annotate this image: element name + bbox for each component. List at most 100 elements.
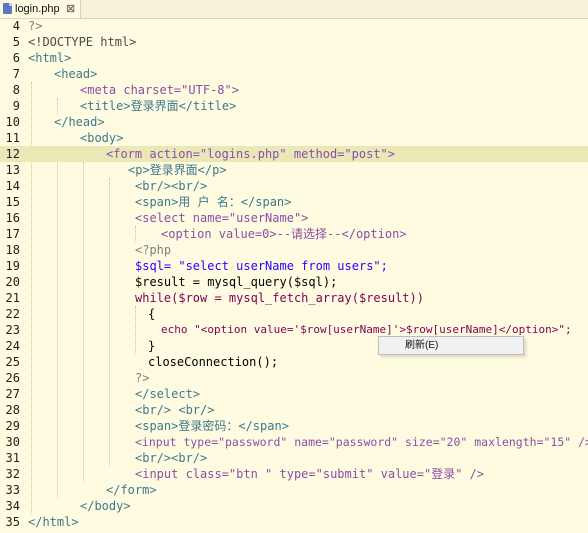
line-number: 18	[5, 243, 20, 257]
code-text: <html>	[28, 51, 72, 65]
code-text: $result = mysql_query($sql);	[135, 275, 338, 289]
code-text: <option value=0>--请选择--</option>	[161, 227, 407, 241]
code-text: <br/><br/>	[135, 451, 208, 465]
code-line: 6 <html>	[0, 50, 588, 66]
line-number: 14	[5, 179, 20, 193]
code-text: <body>	[80, 131, 124, 145]
code-text: $sql= "select userName from users";	[135, 259, 388, 273]
code-line: 14 <br/><br/>	[0, 178, 588, 194]
code-line: 21 while($row = mysql_fetch_array($result…	[0, 290, 588, 306]
code-text: <input class="btn " type="submit" value=…	[135, 467, 485, 481]
line-number: 30	[5, 435, 20, 449]
line-number: 32	[5, 467, 20, 481]
code-text: <p>登录界面</p>	[128, 163, 227, 177]
code-text: <title>登录界面</title>	[80, 99, 237, 113]
line-number: 9	[12, 99, 20, 113]
code-line: 7 <head>	[0, 66, 588, 82]
line-number: 23	[5, 323, 20, 337]
code-text: <form action="logins.php" method="post">	[106, 147, 395, 161]
code-line: 5 <!DOCTYPE html>	[0, 34, 588, 50]
editor-tab-bar: login.php ⊠	[0, 0, 588, 19]
line-number: 27	[5, 387, 20, 401]
line-number: 17	[5, 227, 20, 241]
code-text: <span>用 户 名：</span>	[135, 195, 292, 209]
code-line: 13 <p>登录界面</p>	[0, 162, 588, 178]
line-number: 20	[5, 275, 20, 289]
code-line: 4 ?>	[0, 18, 588, 34]
line-number: 19	[5, 259, 20, 273]
line-number: 21	[5, 291, 20, 305]
line-number: 8	[12, 83, 20, 97]
code-line: 8 <meta charset="UTF-8">	[0, 82, 588, 98]
code-text: </body>	[80, 499, 131, 513]
code-text: {	[148, 307, 156, 321]
code-line: 32 <input class="btn " type="submit" valu…	[0, 466, 588, 482]
line-number: 13	[5, 163, 20, 177]
line-number: 29	[5, 419, 20, 433]
code-line: 35 </html>	[0, 514, 588, 530]
line-number: 26	[5, 371, 20, 385]
line-number: 6	[12, 51, 20, 65]
code-text: closeConnection();	[148, 355, 279, 369]
code-text: <input type="password" name="password" s…	[135, 435, 588, 449]
code-line: 11 <body>	[0, 130, 588, 146]
line-number: 15	[5, 195, 20, 209]
line-number: 35	[5, 515, 20, 529]
code-text: <?php	[135, 243, 172, 257]
code-text: </select>	[135, 387, 201, 401]
code-line: 10 </head>	[0, 114, 588, 130]
line-number: 10	[5, 115, 20, 129]
line-number: 12	[5, 147, 20, 161]
code-text: <br/><br/>	[135, 179, 208, 193]
file-tab[interactable]: login.php ⊠	[0, 0, 81, 18]
code-line: 16 <select name="userName">	[0, 210, 588, 226]
code-line: 18 <?php	[0, 242, 588, 258]
code-text: while($row = mysql_fetch_array($result))	[135, 291, 424, 305]
code-line: 15 <span>用 户 名：</span>	[0, 194, 588, 210]
code-text: <select name="userName">	[135, 211, 309, 225]
line-number: 22	[5, 307, 20, 321]
code-editor[interactable]: 4 ?> 5 <!DOCTYPE html> 6 <html> 7 <head> 8 <m…	[0, 18, 588, 533]
code-text: <!DOCTYPE html>	[28, 35, 137, 49]
code-line: 34 </body>	[0, 498, 588, 514]
close-tab-icon[interactable]: ⊠	[66, 0, 75, 18]
code-line-current: 12 <form action="logins.php" method="post…	[0, 146, 588, 162]
line-number: 5	[12, 35, 20, 49]
code-text: <head>	[54, 67, 98, 81]
code-text: </form>	[106, 483, 157, 497]
line-number: 28	[5, 403, 20, 417]
code-line: 25 closeConnection();	[0, 354, 588, 370]
code-line: 31 <br/><br/>	[0, 450, 588, 466]
php-file-icon	[3, 3, 12, 14]
code-line: 20 $result = mysql_query($sql);	[0, 274, 588, 290]
line-number: 31	[5, 451, 20, 465]
code-line: 9 <title>登录界面</title>	[0, 98, 588, 114]
code-text: <br/> <br/>	[135, 403, 215, 417]
code-text: </html>	[28, 515, 79, 529]
line-number: 4	[12, 19, 20, 33]
code-text: <meta charset="UTF-8">	[80, 83, 239, 97]
line-number: 25	[5, 355, 20, 369]
line-number: 24	[5, 339, 20, 353]
line-number: 7	[12, 67, 20, 81]
file-tab-title: login.php	[15, 3, 60, 15]
code-text: ?>	[28, 19, 43, 33]
context-menu-refresh[interactable]: 刷新(E)	[405, 337, 438, 354]
line-number: 11	[5, 131, 20, 145]
code-text: <span>登录密码：</span>	[135, 419, 289, 433]
code-line: 27 </select>	[0, 386, 588, 402]
line-number: 16	[5, 211, 20, 225]
code-line: 29 <span>登录密码：</span>	[0, 418, 588, 434]
code-text: ?>	[135, 371, 150, 385]
code-line: 26 ?>	[0, 370, 588, 386]
code-line: 19 $sql= "select userName from users";	[0, 258, 588, 274]
line-number: 33	[5, 483, 20, 497]
code-text: </head>	[54, 115, 105, 129]
code-line: 30 <input type="password" name="password"…	[0, 434, 588, 450]
code-line: 22 {	[0, 306, 588, 322]
context-menu: 刷新(E)	[378, 336, 524, 355]
code-line: 17 <option value=0>--请选择--</option>	[0, 226, 588, 242]
code-text: }	[148, 339, 156, 353]
line-number: 34	[5, 499, 20, 513]
code-line: 33 </form>	[0, 482, 588, 498]
